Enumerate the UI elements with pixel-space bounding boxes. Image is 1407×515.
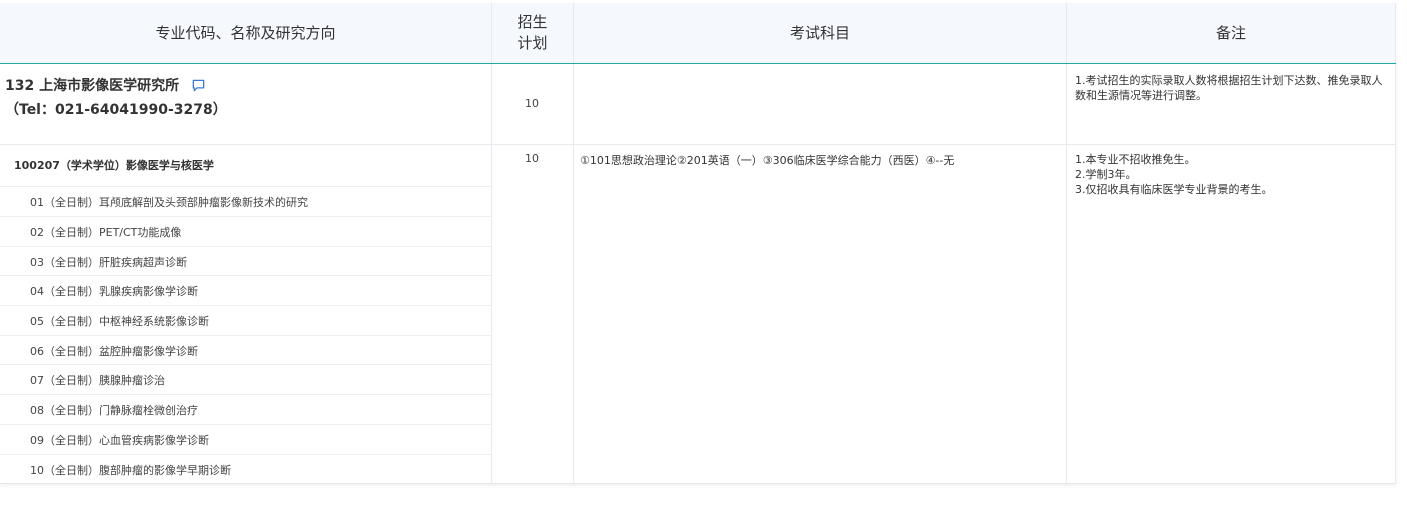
direction-label: 01（全日制）耳颅底解剖及头颈部肿瘤影像新技术的研究 bbox=[30, 196, 308, 209]
direction-row: 04（全日制）乳腺疾病影像学诊断 bbox=[0, 275, 491, 304]
major-title: 100207（学术学位）影像医学与核医学 bbox=[14, 159, 214, 172]
direction-label: 03（全日制）肝脏疾病超声诊断 bbox=[30, 256, 187, 269]
header-remarks-label: 备注 bbox=[1215, 23, 1246, 42]
header-major: 专业代码、名称及研究方向 bbox=[0, 3, 492, 63]
institute-title: 132 上海市影像医学研究所 bbox=[5, 78, 180, 94]
divider bbox=[1395, 64, 1396, 483]
direction-label: 10（全日制）腹部肿瘤的影像学早期诊断 bbox=[30, 464, 231, 477]
direction-label: 05（全日制）中枢神经系统影像诊断 bbox=[30, 315, 209, 328]
direction-label: 07（全日制）胰腺肿瘤诊治 bbox=[30, 374, 165, 387]
institute-tel: （Tel：021-64041990-3278） bbox=[5, 102, 227, 118]
header-major-label: 专业代码、名称及研究方向 bbox=[155, 23, 336, 42]
direction-label: 09（全日制）心血管疾病影像学诊断 bbox=[30, 434, 209, 447]
direction-row: 09（全日制）心血管疾病影像学诊断 bbox=[0, 424, 491, 453]
major-remarks: 1.本专业不招收推免生。 2.学制3年。 3.仅招收具有临床医学专业背景的考生。 bbox=[1075, 152, 1390, 197]
exam-subjects: ①101思想政治理论②201英语（一）③306临床医学综合能力（西医）④--无 bbox=[580, 154, 955, 167]
institute-plan: 10 bbox=[525, 97, 539, 110]
remark-line: 3.仅招收具有临床医学专业背景的考生。 bbox=[1075, 183, 1273, 196]
header-plan: 招生 计划 bbox=[492, 3, 574, 63]
header-plan-line2: 计划 bbox=[517, 34, 548, 52]
direction-label: 02（全日制）PET/CT功能成像 bbox=[30, 226, 182, 239]
header-plan-line1: 招生 bbox=[517, 13, 548, 31]
institute-remark: 1.考试招生的实际录取人数将根据招生计划下达数、推免录取人数和生源情况等进行调整… bbox=[1075, 74, 1383, 102]
direction-row: 02（全日制）PET/CT功能成像 bbox=[0, 216, 491, 245]
direction-label: 08（全日制）门静脉瘤栓微创治疗 bbox=[30, 404, 198, 417]
chat-bubble-icon[interactable] bbox=[191, 78, 206, 93]
direction-row: 06（全日制）盆腔肿瘤影像学诊断 bbox=[0, 335, 491, 364]
direction-row: 07（全日制）胰腺肿瘤诊治 bbox=[0, 364, 491, 393]
divider bbox=[491, 64, 492, 483]
direction-row: 10（全日制）腹部肿瘤的影像学早期诊断 bbox=[0, 454, 491, 483]
table-header: 专业代码、名称及研究方向 招生 计划 考试科目 备注 bbox=[0, 3, 1396, 64]
header-subjects: 考试科目 bbox=[574, 3, 1067, 63]
direction-label: 06（全日制）盆腔肿瘤影像学诊断 bbox=[30, 345, 198, 358]
divider bbox=[573, 64, 574, 483]
major-plan: 10 bbox=[525, 152, 539, 165]
direction-row: 05（全日制）中枢神经系统影像诊断 bbox=[0, 305, 491, 334]
row-divider bbox=[0, 144, 1396, 145]
divider bbox=[1066, 64, 1067, 483]
remark-line: 1.本专业不招收推免生。 bbox=[1075, 153, 1196, 166]
header-subjects-label: 考试科目 bbox=[789, 23, 850, 42]
header-remarks: 备注 bbox=[1067, 3, 1396, 63]
direction-row: 03（全日制）肝脏疾病超声诊断 bbox=[0, 246, 491, 275]
direction-row: 08（全日制）门静脉瘤栓微创治疗 bbox=[0, 394, 491, 423]
direction-row: 01（全日制）耳颅底解剖及头颈部肿瘤影像新技术的研究 bbox=[0, 186, 491, 215]
remark-line: 2.学制3年。 bbox=[1075, 168, 1137, 181]
direction-label: 04（全日制）乳腺疾病影像学诊断 bbox=[30, 285, 198, 298]
